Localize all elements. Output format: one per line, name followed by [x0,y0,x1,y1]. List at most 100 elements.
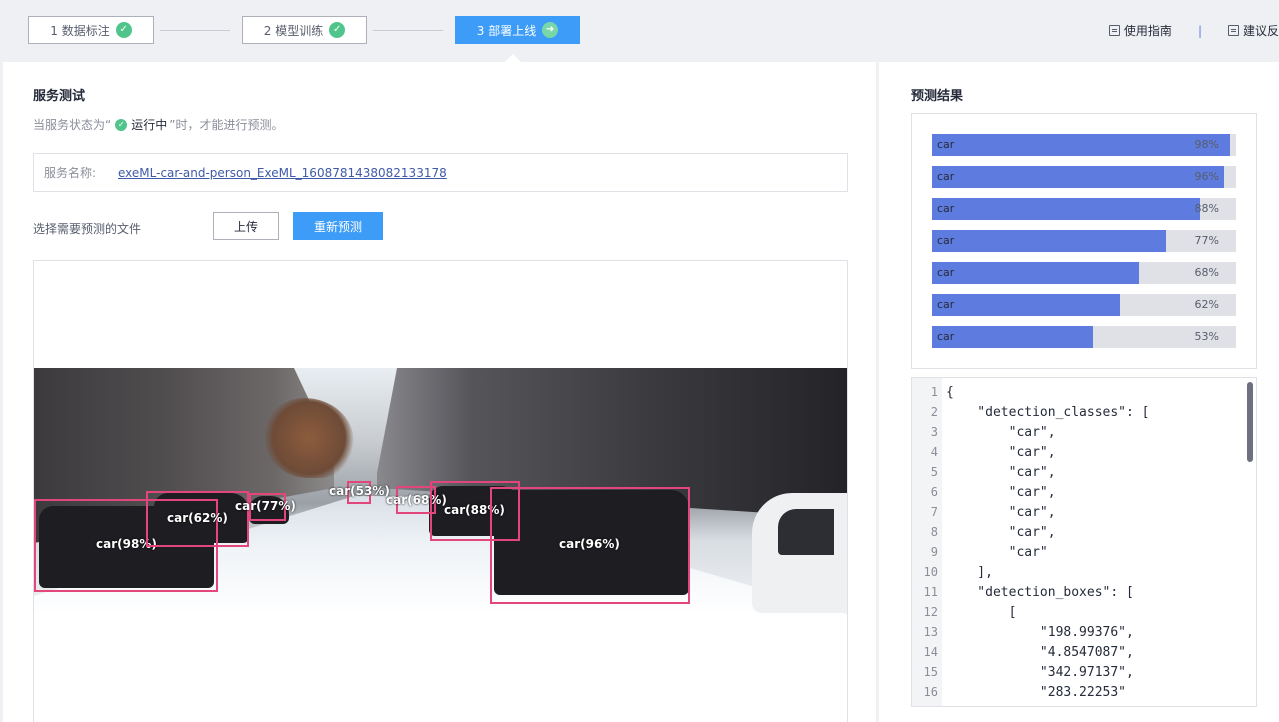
confidence-bar: car 53% [932,326,1236,348]
results-panel: 预测结果 car 98% car 96% car 88% car 77% car 68% car 62… [879,62,1279,722]
code-line: 2 "detection_classes": [ [912,402,1150,422]
step-label: 3 部署上线 [476,23,537,38]
code-line: 1{ [912,382,954,402]
step-label: 1 数据标注 [50,23,110,38]
code-text: "198.99376", [946,625,1134,640]
line-number: 8 [930,525,938,539]
white-car [752,493,847,613]
bar-percent-label: 98% [1194,138,1219,151]
feedback-link[interactable]: 建议反 [1227,22,1279,39]
line-number: 12 [923,605,938,619]
detection-label: car(96%) [559,537,620,551]
check-circle-icon: ✓ [115,22,132,38]
code-text: "car" [946,545,1048,560]
step-bar: 1 数据标注 ✓ 2 模型训练 ✓ 3 部署上线 ➜ 使用指南 | 建议反 [0,0,1279,62]
bar-class-label: car [937,170,955,183]
service-name-label: 服务名称: [44,166,97,180]
code-text: "car", [946,485,1056,500]
confidence-bar: car 88% [932,198,1236,220]
code-line: 4 "car", [912,442,1056,462]
bar-percent-label: 88% [1194,202,1219,215]
step-connector [373,30,443,31]
tree [264,398,354,478]
hint-prefix: 当服务状态为“ [33,118,112,132]
code-line: 10 ], [912,562,993,582]
section-title: 服务测试 [33,89,86,104]
line-number: 2 [930,405,938,419]
active-step-pointer [505,54,521,62]
bar-class-label: car [937,298,955,311]
feedback-edit-icon [1227,25,1239,36]
json-code-viewer[interactable]: 1{2 "detection_classes": [3 "car", 4 "car… [911,377,1257,707]
confidence-bar: car 96% [932,166,1236,188]
detection-label: car(77%) [235,499,296,513]
bar-percent-label: 96% [1194,170,1219,183]
line-number: 16 [923,685,938,699]
step-data-labeling[interactable]: 1 数据标注 ✓ [28,16,154,44]
line-number: 4 [930,445,938,459]
scrollbar-thumb[interactable] [1247,382,1253,462]
status-hint: 当服务状态为“ ✓ 运行中 ”时，才能进行预测。 [33,116,283,133]
step-deploy[interactable]: 3 部署上线 ➜ [455,16,580,44]
detection-label: car(53%) [329,484,390,498]
confidence-bar-fill [932,230,1167,252]
bar-percent-label: 62% [1194,298,1219,311]
code-line: 16 "283.22253" [912,682,1126,702]
link-separator: | [1197,23,1202,38]
confidence-bar: car 62% [932,294,1236,316]
bar-class-label: car [937,234,955,247]
line-number: 5 [930,465,938,479]
detection-label: car(62%) [167,511,228,525]
code-text: { [946,385,954,400]
step-model-training[interactable]: 2 模型训练 ✓ [242,16,367,44]
guide-link[interactable]: 使用指南 [1108,22,1172,39]
code-text: ], [946,565,993,580]
line-number: 13 [923,625,938,639]
service-name-link[interactable]: exeML-car-and-person_ExeML_1608781438082… [118,166,447,180]
code-line: 6 "car", [912,482,1056,502]
code-line: 9 "car" [912,542,1048,562]
confidence-bar: car 98% [932,134,1236,156]
confidence-bar-fill [932,326,1094,348]
line-number: 10 [923,565,938,579]
line-number: 6 [930,485,938,499]
bar-class-label: car [937,330,955,343]
code-text: "4.8547087", [946,645,1134,660]
bar-percent-label: 53% [1194,330,1219,343]
code-text: [ [946,605,1017,620]
code-text: "car", [946,465,1056,480]
hint-status: 运行中 [131,118,168,132]
top-links: 使用指南 | 建议反 [1108,22,1279,39]
file-select-row: 选择需要预测的文件 上传 重新预测 [33,212,848,242]
check-circle-icon: ✓ [329,22,346,38]
upload-button[interactable]: 上传 [213,212,279,240]
line-number: 9 [930,545,938,559]
repredict-button[interactable]: 重新预测 [293,212,383,240]
code-text: "car", [946,525,1056,540]
code-text: "283.22253" [946,685,1127,700]
code-text: "car", [946,445,1056,460]
line-number: 14 [923,645,938,659]
code-text: "detection_boxes": [ [946,585,1134,600]
service-name-box: 服务名称: exeML-car-and-person_ExeML_1608781… [33,153,848,192]
code-text: "car", [946,425,1056,440]
confidence-bars: car 98% car 96% car 88% car 77% car 68% car 62% car 5… [911,113,1257,369]
confidence-bar-fill [932,134,1230,156]
code-line: 13 "198.99376", [912,622,1134,642]
confidence-bar-fill [932,294,1121,316]
code-line: 8 "car", [912,522,1056,542]
code-line: 14 "4.8547087", [912,642,1134,662]
code-text: "342.97137", [946,665,1134,680]
step-connector [160,30,230,31]
confidence-bar-fill [932,198,1200,220]
code-line: 7 "car", [912,502,1056,522]
step-label: 2 模型训练 [263,23,324,38]
bar-percent-label: 77% [1194,234,1219,247]
hint-suffix: ”时，才能进行预测。 [169,118,284,132]
code-line: 12 [ [912,602,1017,622]
confidence-bar: car 77% [932,230,1236,252]
code-line: 15 "342.97137", [912,662,1134,682]
line-number: 11 [923,585,938,599]
arrow-right-circle-icon: ➜ [542,22,559,38]
line-number: 3 [930,425,938,439]
